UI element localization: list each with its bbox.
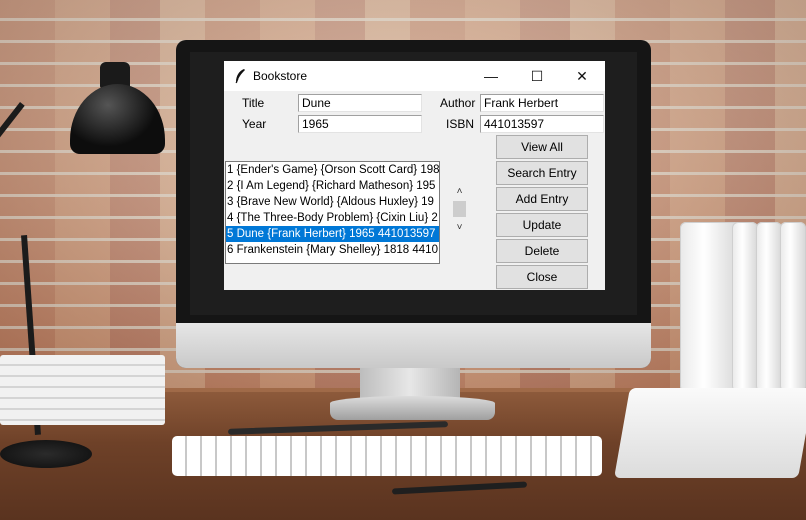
scroll-up-icon[interactable]: ˄ — [451, 185, 468, 199]
view-all-button[interactable]: View All — [496, 135, 588, 159]
close-button[interactable]: Close — [496, 265, 588, 289]
list-item-selected[interactable]: 5 Dune {Frank Herbert} 1965 441013597 — [226, 226, 439, 242]
window-body: Title Author Year ISBN 1 {Ender's Game} … — [224, 91, 605, 290]
title-label: Title — [242, 96, 265, 110]
binder — [732, 222, 758, 392]
book-stack — [0, 355, 165, 425]
binder — [756, 222, 782, 392]
close-window-button[interactable]: ✕ — [559, 61, 605, 91]
minimize-icon: — — [484, 68, 498, 84]
file-box — [614, 388, 806, 478]
title-input[interactable] — [298, 94, 422, 112]
feather-icon — [235, 69, 245, 84]
binder — [680, 222, 740, 392]
maximize-button[interactable]: ☐ — [514, 61, 560, 91]
delete-button[interactable]: Delete — [496, 239, 588, 263]
list-item[interactable]: 1 {Ender's Game} {Orson Scott Card} 198 — [226, 162, 439, 178]
scroll-thumb[interactable] — [453, 201, 466, 217]
list-item[interactable]: 6 Frankenstein {Mary Shelley} 1818 4410 — [226, 242, 439, 258]
year-label: Year — [242, 117, 267, 131]
title-bar[interactable]: Bookstore — ☐ ✕ — [224, 61, 605, 91]
list-item[interactable]: 3 {Brave New World} {Aldous Huxley} 19 — [226, 194, 439, 210]
list-item[interactable]: 2 {I Am Legend} {Richard Matheson} 195 — [226, 178, 439, 194]
keyboard — [172, 436, 602, 476]
add-entry-button[interactable]: Add Entry — [496, 187, 588, 211]
binder — [780, 222, 806, 392]
book-listbox[interactable]: 1 {Ender's Game} {Orson Scott Card} 198 … — [225, 161, 440, 264]
isbn-input[interactable] — [480, 115, 604, 133]
scroll-down-icon[interactable]: ˅ — [451, 221, 468, 235]
author-label: Author — [440, 96, 476, 110]
author-input[interactable] — [480, 94, 604, 112]
maximize-icon: ☐ — [530, 68, 544, 84]
update-button[interactable]: Update — [496, 213, 588, 237]
list-item[interactable]: 4 {The Three-Body Problem} {Cixin Liu} 2 — [226, 210, 439, 226]
search-entry-button[interactable]: Search Entry — [496, 161, 588, 185]
minimize-button[interactable]: — — [468, 61, 514, 91]
monitor-chin — [176, 323, 651, 368]
year-input[interactable] — [298, 115, 422, 133]
monitor-stand-base — [330, 396, 495, 420]
isbn-label: ISBN — [446, 117, 475, 131]
list-scrollbar[interactable]: ˄ ˅ — [451, 185, 468, 237]
window-title: Bookstore — [253, 69, 308, 83]
lamp-base — [0, 440, 92, 468]
bookstore-window: Bookstore — ☐ ✕ Title Author Year ISBN 1… — [224, 61, 605, 290]
close-icon: ✕ — [576, 68, 588, 84]
